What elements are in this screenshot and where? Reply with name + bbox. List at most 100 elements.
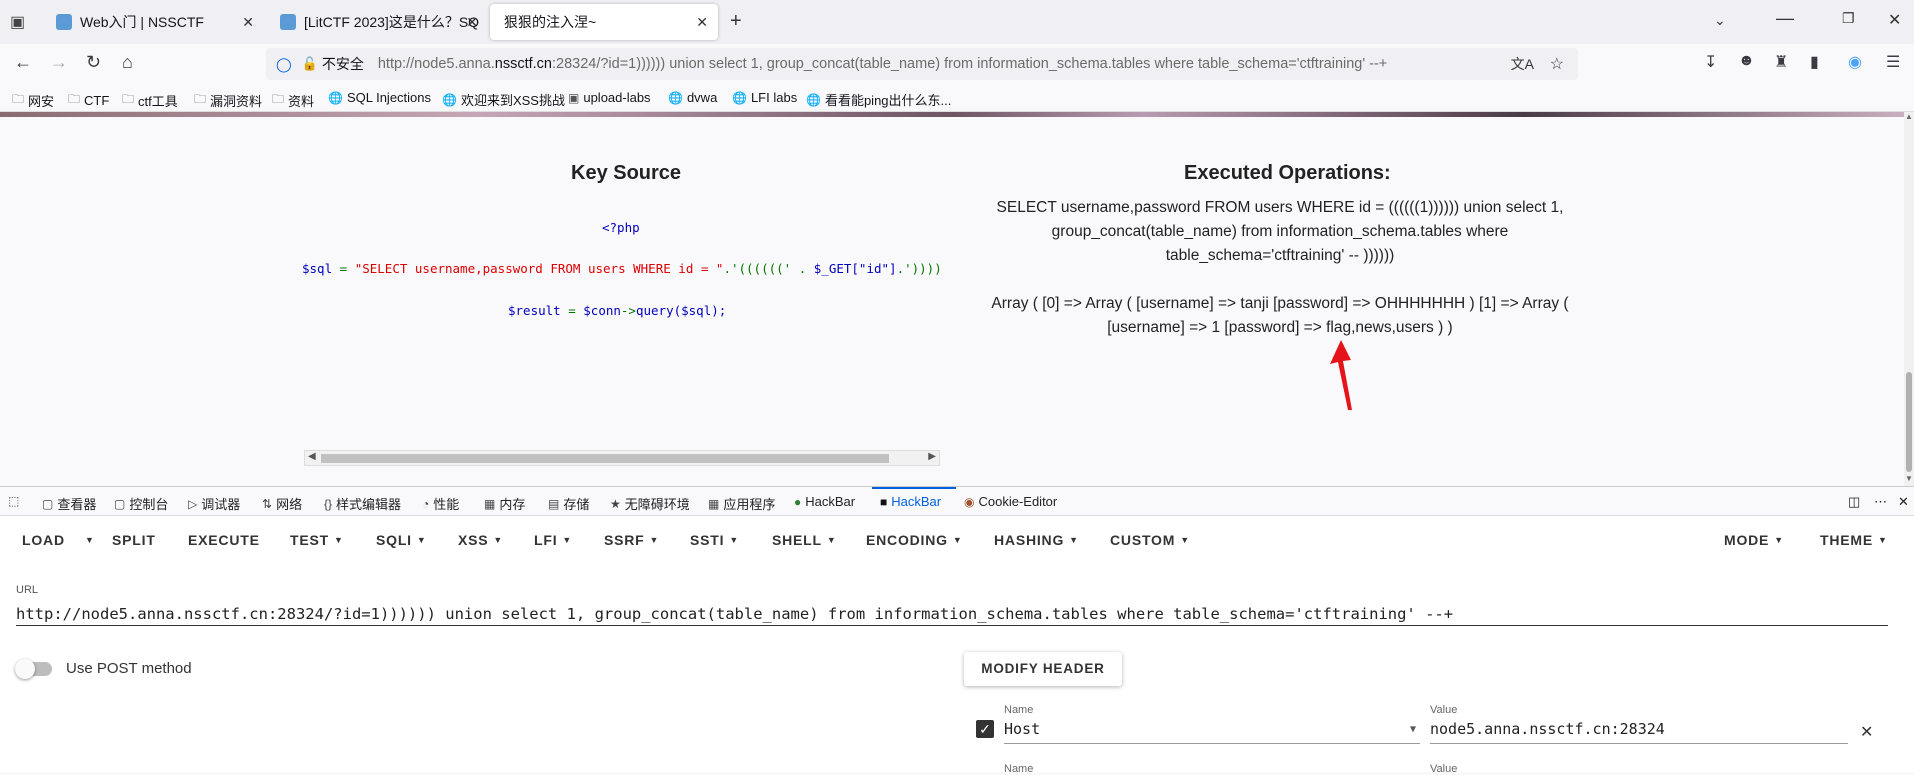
insecure-lock-icon[interactable]: 🔓 [302, 56, 318, 72]
bookmark-item[interactable]: 🗀 ctf工具 [122, 90, 178, 111]
new-tab-icon[interactable]: + [730, 10, 742, 33]
bookmark-item[interactable]: 🗀 CTF [68, 90, 109, 111]
header-enabled-checkbox[interactable]: ✓ [976, 720, 994, 738]
shell-menu[interactable]: SHELL ▼ [772, 532, 837, 548]
code-token: $sql [302, 261, 333, 276]
close-icon[interactable]: ✕ [242, 14, 254, 31]
close-window-icon[interactable]: ✕ [1888, 10, 1901, 30]
devtools-tab-performance[interactable]: ◔ 性能 [422, 494, 459, 513]
bookmark-item[interactable]: 🌐 LFI labs [732, 90, 797, 105]
tab-bar: ▣ Web入门 | NSSCTF ✕ [LitCTF 2023]这是什么？SQL… [0, 0, 1914, 44]
scroll-up-icon[interactable]: ▲ [1905, 112, 1913, 121]
page-vertical-scrollbar[interactable]: ▲ ▼ [1904, 112, 1914, 486]
forward-icon[interactable]: → [50, 52, 68, 73]
devtools-tab-cookie-editor[interactable]: ◉ Cookie-Editor [964, 494, 1057, 509]
remove-header-icon[interactable]: ✕ [1860, 722, 1873, 742]
address-bar[interactable]: ◯ 🔓 不安全 http://node5.anna.nssctf.cn:2832… [266, 48, 1578, 80]
devtools-tab-storage[interactable]: ▤ 存储 [548, 494, 589, 513]
close-icon[interactable]: ✕ [466, 14, 478, 31]
url-text[interactable]: http://node5.anna.nssctf.cn:28324/?id=1)… [378, 56, 1387, 72]
element-picker-icon[interactable]: ⬚ [8, 494, 23, 508]
toggle-knob[interactable] [15, 659, 35, 679]
more-options-icon[interactable]: ⋯ [1874, 494, 1887, 510]
chevron-down-icon[interactable]: ⌄ [1714, 12, 1726, 29]
globe-icon: 🌐 [806, 92, 821, 107]
devtools-tab-accessibility[interactable]: ★ 无障碍环境 [610, 494, 690, 513]
devtools-tab-network[interactable]: ⇅ 网络 [262, 494, 302, 513]
load-dropdown-icon[interactable]: ▼ [80, 532, 95, 548]
devtools-tab-hackbar-1[interactable]: ● HackBar [794, 494, 855, 509]
bookmark-star-icon[interactable]: ☆ [1550, 54, 1564, 74]
downloads-icon[interactable]: ↧ [1704, 52, 1717, 72]
translate-icon[interactable]: 文A [1511, 54, 1534, 74]
lfi-menu[interactable]: LFI ▼ [534, 532, 572, 548]
account-icon[interactable]: ☻ [1738, 52, 1755, 70]
mode-menu[interactable]: MODE ▼ [1724, 532, 1784, 548]
encoding-menu[interactable]: ENCODING ▼ [866, 532, 963, 548]
load-button[interactable]: LOAD [22, 532, 65, 548]
bookmark-item[interactable]: 🌐 dvwa [668, 90, 717, 105]
split-button[interactable]: SPLIT [112, 532, 156, 548]
reload-icon[interactable]: ↻ [86, 52, 101, 73]
network-icon: ⇅ [262, 496, 273, 511]
tab-web-intro[interactable]: Web入门 | NSSCTF ✕ [42, 4, 264, 40]
modify-header-button[interactable]: MODIFY HEADER [964, 652, 1122, 686]
execute-button[interactable]: EXECUTE [188, 532, 260, 548]
exec-line: group_concat(table_name) from informatio… [1051, 223, 1509, 240]
custom-menu[interactable]: CUSTOM ▼ [1110, 532, 1190, 548]
theme-menu[interactable]: THEME ▼ [1820, 532, 1888, 548]
devtools-tab-style-editor[interactable]: {} 样式编辑器 [324, 494, 401, 513]
extensions-icon[interactable]: ♜ [1774, 52, 1788, 72]
url-input[interactable] [16, 602, 1888, 626]
devtools-tab-console[interactable]: ▢ 控制台 [114, 494, 168, 513]
xss-menu[interactable]: XSS ▼ [458, 532, 503, 548]
tab-injection[interactable]: 狠狠的注入涅~ ✕ [490, 4, 718, 40]
header-value-input[interactable]: node5.anna.nssctf.cn:28324 [1430, 720, 1848, 744]
devtools-tab-hackbar-2[interactable]: ■ HackBar [880, 494, 941, 509]
bookmark-item[interactable]: 🗀 资料 [272, 90, 314, 111]
menu-label: SSRF [604, 532, 645, 548]
ssti-menu[interactable]: SSTI ▼ [690, 532, 739, 548]
dock-icon[interactable]: ◫ [1848, 494, 1860, 510]
caret-down-icon: ▼ [826, 535, 837, 545]
tab-list-icon[interactable]: ▣ [10, 12, 25, 32]
tab-litctf[interactable]: [LitCTF 2023]这是什么？SQL ! ✕ [266, 4, 488, 40]
menu-icon[interactable]: ☰ [1886, 52, 1900, 72]
devtools-tab-debugger[interactable]: ▷ 调试器 [188, 494, 240, 513]
home-icon[interactable]: ⌂ [122, 52, 133, 73]
sidebar-icon[interactable]: ▮ [1810, 52, 1819, 72]
back-icon[interactable]: ← [14, 52, 32, 73]
ssrf-menu[interactable]: SSRF ▼ [604, 532, 659, 548]
code-token: = [332, 261, 355, 276]
bookmark-item[interactable]: ▣ upload-labs [568, 90, 651, 105]
bookmark-item[interactable]: 🗀 漏洞资料 [194, 90, 262, 111]
test-menu[interactable]: TEST ▼ [290, 532, 344, 548]
chevron-down-icon[interactable]: ▼ [1410, 724, 1416, 735]
shield-icon[interactable]: ◯ [276, 56, 292, 73]
bookmark-item[interactable]: 🗀 网安 [12, 90, 54, 111]
close-icon[interactable]: ✕ [696, 14, 708, 31]
scroll-left-icon[interactable]: ◀ [308, 451, 316, 462]
bookmark-item[interactable]: 🌐 欢迎来到XSS挑战 [442, 90, 565, 109]
scroll-down-icon[interactable]: ▼ [1905, 474, 1913, 483]
bookmark-item[interactable]: 🌐 看看能ping出什么东... [806, 90, 951, 109]
profile-icon[interactable]: ◉ [1848, 52, 1862, 72]
restore-icon[interactable]: ❐ [1842, 10, 1855, 27]
sqli-menu[interactable]: SQLI ▼ [376, 532, 427, 548]
menu-label: EXECUTE [188, 532, 260, 548]
scrollbar-thumb[interactable] [321, 454, 889, 463]
bookmark-item[interactable]: 🌐 SQL Injections [328, 90, 431, 105]
minimize-icon[interactable]: — [1776, 8, 1794, 29]
post-method-toggle[interactable] [15, 659, 52, 679]
scrollbar-thumb[interactable] [1906, 372, 1912, 472]
close-devtools-icon[interactable]: ✕ [1898, 494, 1909, 510]
devtools-tab-inspector[interactable]: ▢ 查看器 [42, 494, 96, 513]
executed-sql-text: SELECT username,password FROM users WHER… [960, 196, 1600, 268]
devtools-tab-memory[interactable]: ▦ 内存 [484, 494, 525, 513]
hashing-menu[interactable]: HASHING ▼ [994, 532, 1079, 548]
devtools-tab-label: HackBar [891, 494, 942, 509]
scroll-right-icon[interactable]: ▶ [928, 451, 936, 462]
header-name-select[interactable]: Host ▼ [1004, 720, 1420, 744]
devtools-tab-application[interactable]: ▦ 应用程序 [708, 494, 775, 513]
code-horizontal-scrollbar[interactable]: ◀ ▶ [304, 450, 940, 466]
